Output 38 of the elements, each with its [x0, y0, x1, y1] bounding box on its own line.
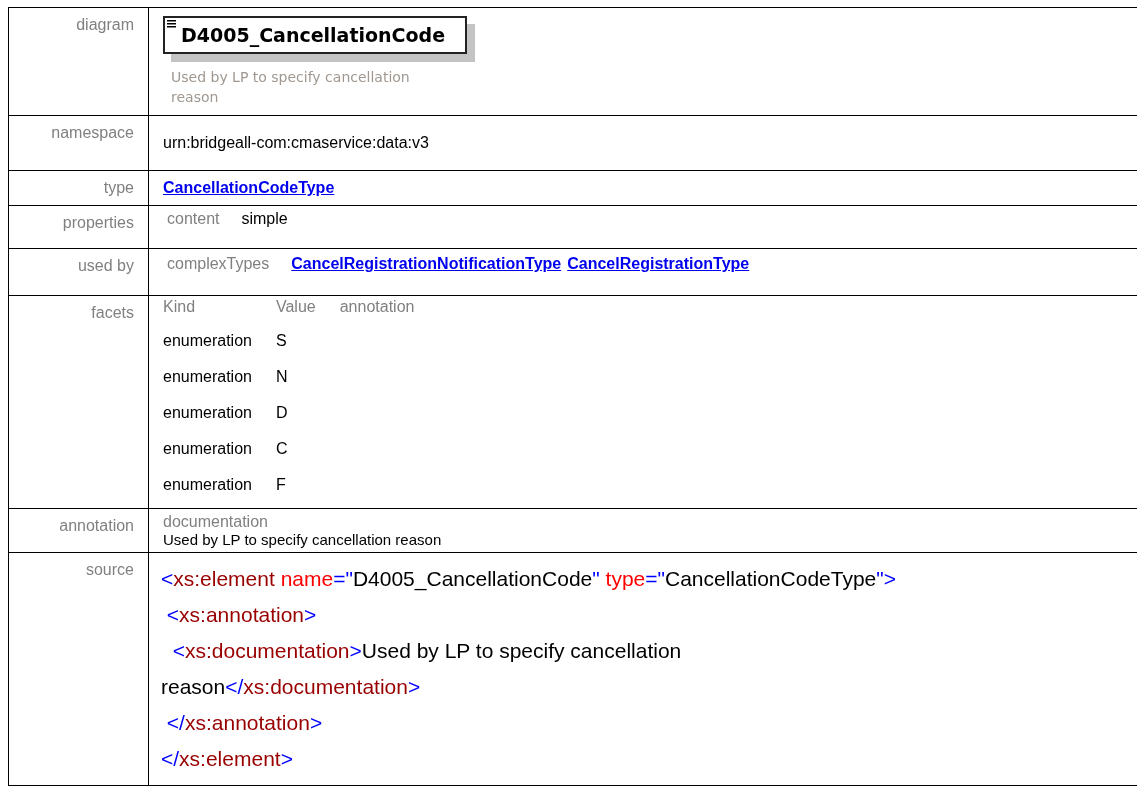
documentation-text: Used by LP to specify cancellation reason — [163, 531, 443, 549]
row-label: facets — [91, 304, 134, 322]
row-label: annotation — [59, 517, 134, 535]
row-label: namespace — [51, 124, 134, 142]
source-code-line: </xs:element> — [161, 746, 294, 773]
source-code-line: <xs:documentation>Used by LP to specify cancellation — [171, 638, 683, 665]
facet-value: N — [275, 368, 289, 387]
element-description: Used by LP to specify cancellation reason — [170, 68, 411, 107]
source-code-line: reason</xs:documentation> — [161, 674, 422, 701]
source-code-line: <xs:element name="D4005_CancellationCode" type="CancellationCodeType"> — [161, 566, 897, 593]
source-code-line: <xs:annotation> — [165, 602, 318, 629]
row-label: used by — [77, 257, 134, 275]
annotation-key: documentation — [163, 513, 1137, 532]
type-link[interactable]: CancellationCodeType — [163, 179, 335, 197]
row-label: source — [85, 561, 134, 579]
list-lines-icon — [167, 20, 176, 28]
row-label: properties — [62, 214, 134, 232]
column-header: annotation — [339, 300, 415, 315]
namespace-value: urn:bridgeall-com:cmaservice:data:v3 — [163, 134, 429, 152]
facet-kind: enumeration — [163, 368, 252, 387]
column-header: Value — [275, 300, 316, 315]
facet-value: F — [275, 476, 287, 495]
facet-kind: enumeration — [163, 440, 252, 459]
row-label: diagram — [76, 16, 134, 33]
facet-kind: enumeration — [163, 332, 252, 351]
facet-value: C — [275, 440, 289, 459]
property-value: simple — [241, 210, 288, 229]
type-link[interactable]: CancelRegistrationType — [567, 255, 750, 274]
source-code-line: </xs:annotation> — [165, 710, 324, 737]
facet-value: S — [275, 332, 288, 351]
property-key: content — [167, 210, 220, 229]
row-label: type — [103, 179, 134, 197]
facet-kind: enumeration — [163, 476, 252, 495]
facet-value: D — [275, 404, 289, 423]
column-header: Kind — [163, 300, 197, 315]
facet-kind: enumeration — [163, 404, 252, 423]
used-by-key: complexTypes — [167, 255, 270, 274]
type-link[interactable]: CancelRegistrationNotificationType — [291, 255, 562, 274]
